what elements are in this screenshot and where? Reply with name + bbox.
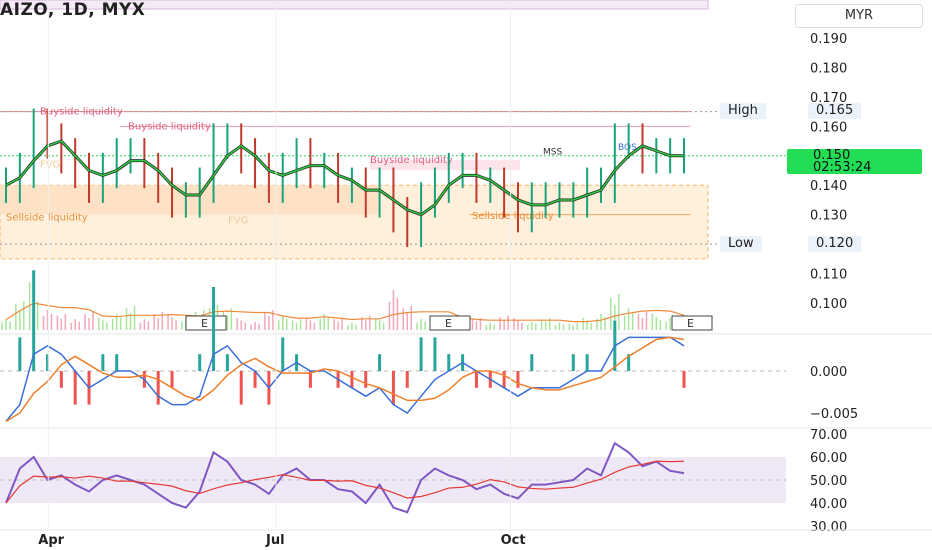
earnings-marker-3-text: E [687, 317, 694, 330]
rsi-tick-label: 40.00 [810, 497, 847, 512]
volume-ma [5, 302, 685, 323]
rsi-tick-label: 70.00 [810, 428, 847, 443]
price-tick-label: 0.140 [810, 179, 847, 194]
macd-tick-neg: −0.005 [810, 407, 858, 422]
buyside-label-2: Buyside liquidity [128, 121, 211, 132]
low-value: 0.120 [808, 236, 862, 252]
time-tick-label: Jul [265, 533, 285, 548]
chart-title: AIZO, 1D, MYX [0, 0, 146, 20]
buyside-label-3: Buyside liquidity [370, 155, 453, 166]
price-tick-label: 0.110 [810, 268, 847, 283]
low-label: Low [720, 236, 762, 252]
mss-label: MSS [543, 147, 562, 157]
time-tick-label: Apr [38, 533, 64, 548]
high-value: 0.165 [808, 103, 862, 119]
earnings-marker-1-text: E [201, 317, 208, 330]
macd-tick-zero: 0.000 [810, 365, 847, 380]
price-tick-label: 0.100 [810, 297, 847, 312]
earnings-marker-2-text: E [445, 317, 452, 330]
signal-line [5, 336, 685, 423]
sellside-label-1: Sellside liquidity [6, 213, 88, 224]
high-label: High [720, 103, 766, 119]
last-price-badge: 0.150 02:53:24 [787, 149, 922, 174]
time-tick-label: Oct [501, 533, 526, 548]
price-tick-label: 0.160 [810, 120, 847, 135]
buyside-label-1: Buyside liquidity [40, 107, 123, 118]
rsi-tick-label: 60.00 [810, 451, 847, 466]
bar-countdown: 02:53:24 [813, 160, 872, 175]
price-tick-label: 0.130 [810, 209, 847, 224]
macd-line [5, 336, 685, 422]
currency-selector[interactable]: MYR [795, 4, 923, 28]
sellside-label-2: Sellside liquidity [472, 211, 554, 222]
fvg-label-1: FVG [40, 160, 60, 171]
fvg-label-2: FVG [228, 216, 248, 227]
price-tick-label: 0.180 [810, 61, 847, 76]
price-tick-label: 0.190 [810, 32, 847, 47]
rsi-tick-label: 50.00 [810, 474, 847, 489]
chart-canvas: Buyside liquidity Buyside liquidity Buysid… [0, 0, 932, 548]
fvg-zone [0, 185, 380, 215]
rsi-tick-label: 30.00 [810, 520, 847, 535]
